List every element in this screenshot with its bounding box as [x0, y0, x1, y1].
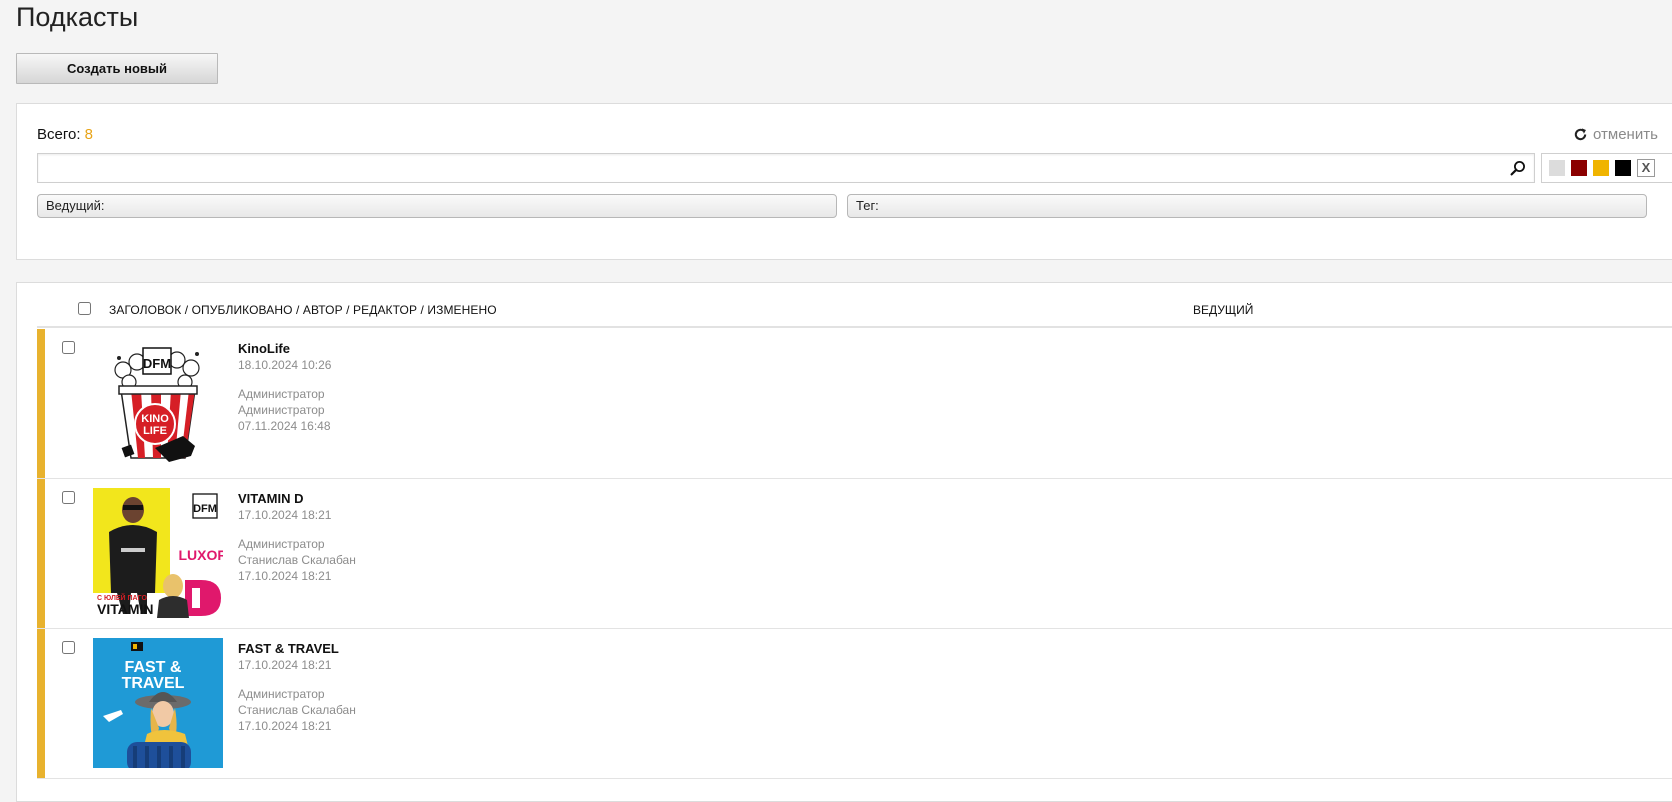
color-filter: X [1541, 153, 1672, 183]
author: Администратор [238, 687, 325, 701]
podcast-cover[interactable]: DFM LUXOR С ЮЛЕЙ ПАГО VITAMIN [93, 488, 223, 618]
published-date: 17.10.2024 18:21 [238, 508, 332, 522]
podcast-title[interactable]: FAST & TRAVEL [238, 641, 356, 657]
modified-date: 17.10.2024 18:21 [238, 569, 332, 583]
podcast-cover[interactable]: FAST & TRAVEL [93, 638, 223, 768]
row-meta: KinoLife 18.10.2024 10:26 Администратор … [238, 341, 331, 434]
total-value: 8 [84, 126, 94, 143]
published-date: 18.10.2024 10:26 [238, 358, 332, 372]
row-checkbox[interactable] [62, 341, 75, 354]
podcast-title[interactable]: VITAMIN D [238, 491, 356, 507]
list-item[interactable]: DFM LUXOR С ЮЛЕЙ ПАГО VITAMIN VITAMIN D … [37, 479, 1672, 629]
create-new-button[interactable]: Создать новый [16, 53, 218, 84]
page-title: Подкасты [16, 2, 139, 32]
column-header-host[interactable]: ВЕДУЩИЙ [1193, 303, 1253, 317]
color-swatch-red[interactable] [1571, 160, 1587, 176]
reset-filters-button[interactable]: отменить [1573, 126, 1658, 143]
refresh-icon [1574, 128, 1587, 141]
thumb-logo: DFM [143, 356, 171, 371]
tag-select[interactable]: Тег: [847, 194, 1647, 218]
thumb-logo: DFM [193, 503, 217, 515]
editor: Администратор [238, 403, 325, 417]
author: Администратор [238, 387, 325, 401]
filter-panel: Всего: 8 отменить X Ведущий: Тег: [16, 103, 1672, 260]
column-header-main[interactable]: ЗАГОЛОВОК / ОПУБЛИКОВАНО / АВТОР / РЕДАК… [109, 303, 497, 317]
status-color-bar [37, 479, 45, 628]
editor: Станислав Скалабан [238, 553, 356, 567]
search-input[interactable] [38, 154, 1514, 182]
list-item[interactable]: FAST & TRAVEL FAST & TRAVEL 17.10.2024 1… [37, 629, 1672, 779]
row-checkbox[interactable] [62, 641, 75, 654]
podcast-title[interactable]: KinoLife [238, 341, 331, 357]
thumb-text-kino: KINO [141, 413, 169, 425]
podcast-cover[interactable]: DFM KINO LIFE [93, 338, 223, 468]
list-item[interactable]: DFM KINO LIFE KinoLife 18.10.2024 10:26 [37, 329, 1672, 479]
thumb-text-vitamin: VITAMIN [97, 601, 154, 617]
row-checkbox[interactable] [62, 491, 75, 504]
row-meta: VITAMIN D 17.10.2024 18:21 Администратор… [238, 491, 356, 584]
select-all-checkbox[interactable] [78, 302, 91, 315]
list-header: ЗАГОЛОВОК / ОПУБЛИКОВАНО / АВТОР / РЕДАК… [37, 283, 1672, 328]
thumb-text-luxor: LUXOR [179, 547, 224, 563]
total-label: Всего: [37, 126, 81, 143]
color-swatch-black[interactable] [1615, 160, 1631, 176]
status-color-bar [37, 629, 45, 778]
podcast-list: ЗАГОЛОВОК / ОПУБЛИКОВАНО / АВТОР / РЕДАК… [16, 282, 1672, 802]
clear-color-button[interactable]: X [1637, 159, 1655, 177]
host-select[interactable]: Ведущий: [37, 194, 837, 218]
published-date: 17.10.2024 18:21 [238, 658, 332, 672]
color-swatch-yellow[interactable] [1593, 160, 1609, 176]
color-swatch-gray[interactable] [1549, 160, 1565, 176]
thumb-text-fast: FAST & [125, 659, 182, 676]
search-icon[interactable] [1510, 160, 1526, 176]
modified-date: 07.11.2024 16:48 [238, 419, 331, 433]
thumb-text-life: LIFE [143, 425, 167, 437]
reset-label: отменить [1593, 126, 1658, 143]
row-meta: FAST & TRAVEL 17.10.2024 18:21 Администр… [238, 641, 356, 734]
editor: Станислав Скалабан [238, 703, 356, 717]
status-color-bar [37, 329, 45, 478]
modified-date: 17.10.2024 18:21 [238, 719, 332, 733]
author: Администратор [238, 537, 325, 551]
search-box [37, 153, 1535, 183]
total-count: Всего: 8 [37, 126, 93, 143]
thumb-text-travel: TRAVEL [122, 675, 185, 692]
